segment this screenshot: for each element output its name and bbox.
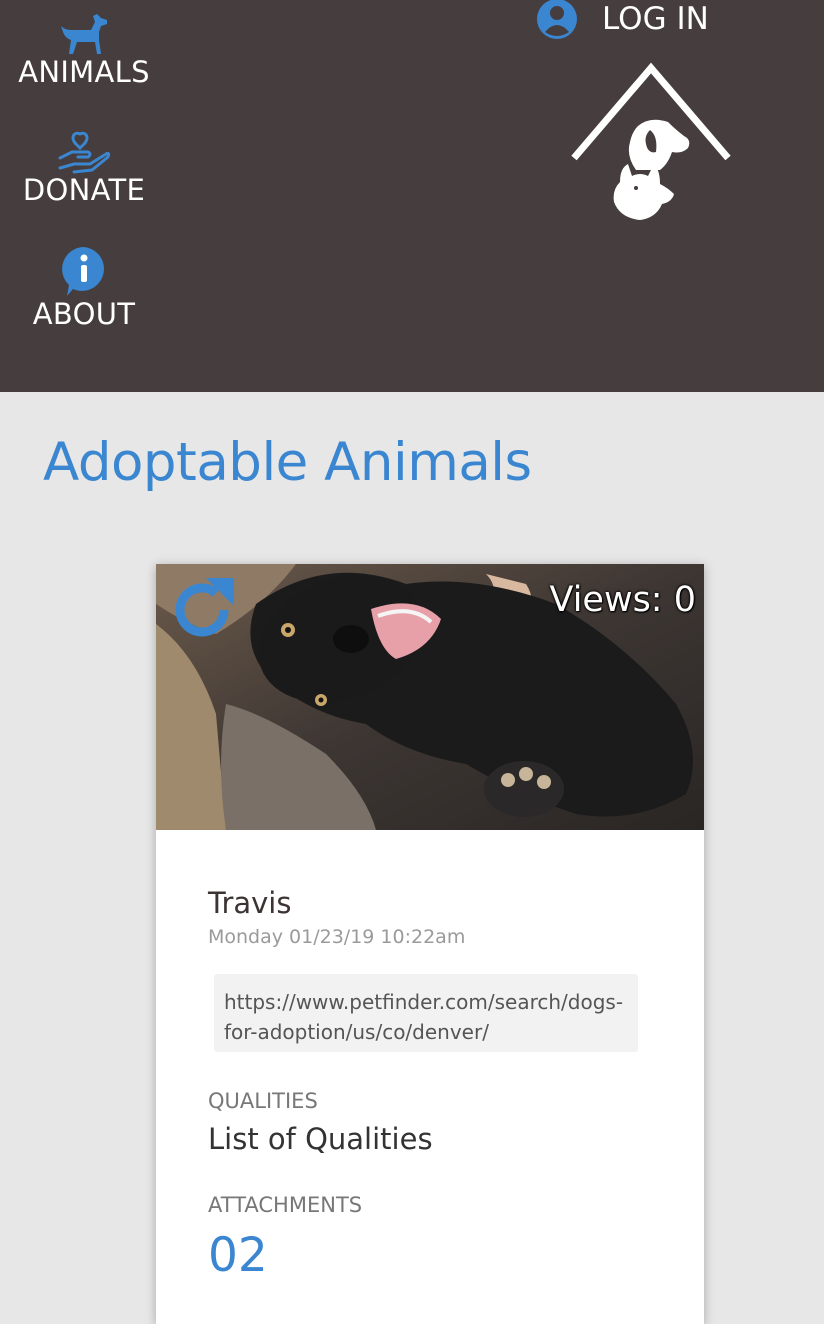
nav-animals-label: ANIMALS [18,55,150,89]
attachments-label: ATTACHMENTS [208,1193,363,1217]
nav-donate[interactable]: DONATE [0,128,168,205]
site-header: ANIMALS DONATE ABOUT LOG IN [0,0,824,392]
attachments-count[interactable]: 02 [208,1228,268,1283]
login-label: LOG IN [602,0,709,37]
house-pets-logo[interactable] [568,60,738,230]
nav-donate-label: DONATE [22,173,146,207]
heart-hand-icon [58,131,111,174]
animal-photo: Views: 0 [156,564,704,830]
animal-card[interactable]: Views: 0 Travis Monday 01/23/19 10:22am … [156,564,704,1324]
pet-url[interactable]: https://www.petfinder.com/search/dogs-fo… [214,974,638,1052]
page-title: Adoptable Animals [43,432,532,493]
dog-icon [61,14,107,54]
nav-about[interactable]: ABOUT [0,244,168,329]
refresh-icon[interactable] [166,574,238,646]
qualities-value: List of Qualities [208,1122,433,1156]
views-count: Views: 0 [549,580,696,620]
nav-animals[interactable]: ANIMALS [0,10,168,87]
info-icon [62,247,104,296]
nav-about-label: ABOUT [32,297,136,331]
user-circle-icon [537,0,577,39]
login-button[interactable]: LOG IN [536,0,709,39]
pet-date: Monday 01/23/19 10:22am [208,926,466,948]
qualities-label: QUALITIES [208,1089,318,1113]
pet-name: Travis [208,886,292,920]
